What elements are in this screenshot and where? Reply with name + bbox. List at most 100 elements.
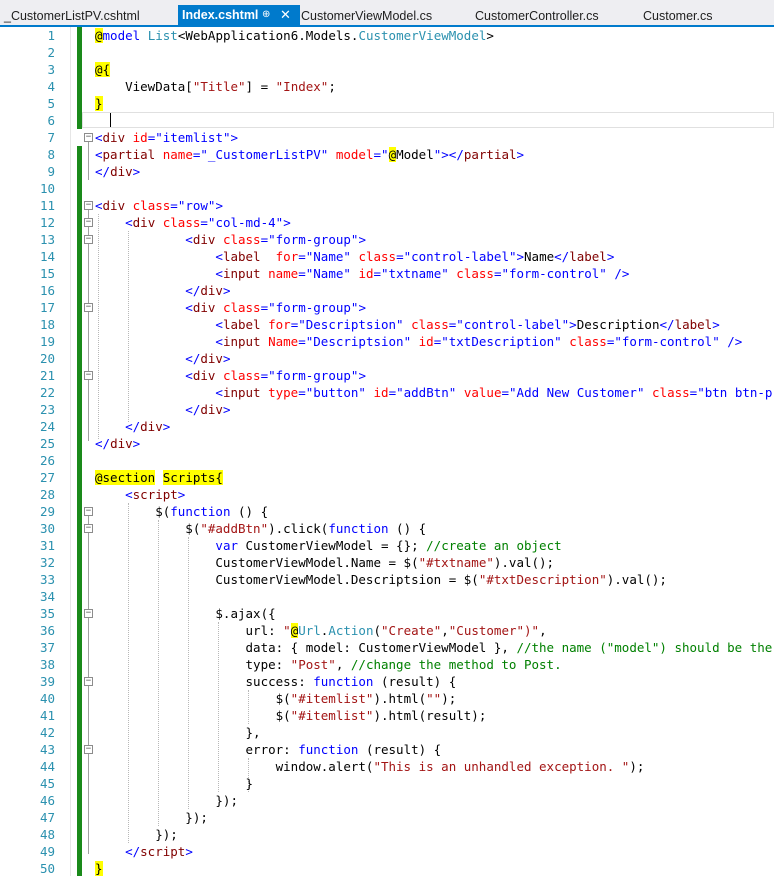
collapse-icon[interactable]: −: [84, 609, 93, 618]
code-line[interactable]: 17 − <div class="form-group">: [0, 299, 774, 316]
code-line[interactable]: 26: [0, 452, 774, 469]
code-line[interactable]: 34: [0, 588, 774, 605]
collapse-icon[interactable]: −: [84, 235, 93, 244]
code-line[interactable]: 13 − <div class="form-group">: [0, 231, 774, 248]
code-line[interactable]: 25 </div>: [0, 435, 774, 452]
code-line[interactable]: 27 @section Scripts{: [0, 469, 774, 486]
code-line[interactable]: 23 </div>: [0, 401, 774, 418]
code-text: window.alert("This is an unhandled excep…: [95, 758, 645, 775]
code-line[interactable]: 47 });: [0, 809, 774, 826]
collapse-icon[interactable]: −: [84, 745, 93, 754]
code-line[interactable]: 46 });: [0, 792, 774, 809]
tab-customer-cs[interactable]: Customer.cs: [643, 5, 712, 27]
code-line[interactable]: 48 });: [0, 826, 774, 843]
code-token: partial: [102, 147, 156, 162]
code-line[interactable]: 9 </div>: [0, 163, 774, 180]
collapse-icon[interactable]: −: [84, 371, 93, 380]
code-token: });: [95, 793, 238, 808]
code-line[interactable]: 32 CustomerViewModel.Name = $("#txtname"…: [0, 554, 774, 571]
line-number: 39: [39, 674, 55, 689]
code-line[interactable]: 38 type: "Post", //change the method to …: [0, 656, 774, 673]
code-line[interactable]: 49 </script>: [0, 843, 774, 860]
code-token: >: [132, 436, 141, 451]
line-number: 17: [39, 300, 55, 315]
code-line[interactable]: 24 </div>: [0, 418, 774, 435]
collapse-icon[interactable]: −: [84, 133, 93, 142]
line-number: 41: [39, 708, 55, 723]
collapse-icon[interactable]: −: [84, 303, 93, 312]
code-line[interactable]: 2: [0, 44, 774, 61]
code-token: >: [222, 402, 231, 417]
code-line[interactable]: 39 − success: function (result) {: [0, 673, 774, 690]
code-line[interactable]: 37 data: { model: CustomerViewModel }, /…: [0, 639, 774, 656]
code-token: =: [373, 266, 382, 281]
code-text: CustomerViewModel.Name = $("#txtname").v…: [95, 554, 554, 571]
code-line[interactable]: 33 CustomerViewModel.Descriptsion = $("#…: [0, 571, 774, 588]
code-token: model: [335, 147, 374, 162]
code-line[interactable]: 18 <label for="Descriptsion" class="cont…: [0, 316, 774, 333]
tab-index-cshtml[interactable]: Index.cshtml ⊕ ✕: [178, 5, 300, 25]
code-line[interactable]: 11 − <div class="row">: [0, 197, 774, 214]
line-number: 35: [39, 606, 55, 621]
code-token: >: [283, 215, 291, 230]
code-token: </: [95, 351, 201, 366]
code-line[interactable]: 30 − $("#addBtn").click(function () {: [0, 520, 774, 537]
code-token: );: [629, 759, 645, 774]
collapse-icon[interactable]: −: [84, 524, 93, 533]
code-line[interactable]: 22 <input type="button" id="addBtn" valu…: [0, 384, 774, 401]
code-line[interactable]: 12 − <div class="col-md-4">: [0, 214, 774, 231]
code-line[interactable]: 20 </div>: [0, 350, 774, 367]
code-line[interactable]: 31 var CustomerViewModel = {}; //create …: [0, 537, 774, 554]
code-text: type: "Post", //change the method to Pos…: [95, 656, 562, 673]
code-line[interactable]: 16 </div>: [0, 282, 774, 299]
code-line[interactable]: 1 @model List<WebApplication6.Models.Cust…: [0, 27, 774, 44]
code-line[interactable]: 43 − error: function (result) {: [0, 741, 774, 758]
code-token: "Name": [305, 266, 351, 281]
code-text: success: function (result) {: [95, 673, 457, 690]
code-editor[interactable]: 1 @model List<WebApplication6.Models.Cust…: [0, 27, 774, 876]
code-token: $(: [95, 708, 291, 723]
code-line[interactable]: 3 @{: [0, 61, 774, 78]
code-line[interactable]: 40 $("#itemlist").html("");: [0, 690, 774, 707]
code-token: Name: [524, 249, 555, 264]
tab-customer-view-model[interactable]: CustomerViewModel.cs: [301, 5, 432, 27]
code-token: <: [95, 130, 103, 145]
code-line[interactable]: 29 − $(function () {: [0, 503, 774, 520]
code-line[interactable]: 7 − <div id="itemlist">: [0, 129, 774, 146]
code-token: div: [110, 164, 133, 179]
code-token: model: [102, 28, 141, 43]
code-line[interactable]: 19 <input Name="Descriptsion" id="txtDes…: [0, 333, 774, 350]
tab-label: CustomerController.cs: [475, 9, 599, 23]
code-line[interactable]: 5}: [0, 95, 774, 112]
code-line[interactable]: 50}: [0, 860, 774, 876]
line-number: 6: [47, 113, 55, 128]
collapse-icon[interactable]: −: [84, 677, 93, 686]
pin-icon[interactable]: ⊕: [262, 5, 270, 25]
code-line[interactable]: 28 <script>: [0, 486, 774, 503]
code-line[interactable]: 8 <partial name="_CustomerListPV" model="…: [0, 146, 774, 163]
code-line[interactable]: 14 <label for="Name" class="control-labe…: [0, 248, 774, 265]
code-line[interactable]: 42 },: [0, 724, 774, 741]
line-number: 21: [39, 368, 55, 383]
collapse-icon[interactable]: −: [84, 201, 93, 210]
collapse-icon[interactable]: −: [84, 218, 93, 227]
code-token: "form-group": [268, 368, 359, 383]
tab-customer-list-pv[interactable]: _CustomerListPV.cshtml: [4, 5, 140, 27]
code-line[interactable]: 41 $("#itemlist").html(result);: [0, 707, 774, 724]
collapse-icon[interactable]: −: [84, 507, 93, 516]
code-line[interactable]: 4 ViewData["Title"] = "Index";: [0, 78, 774, 95]
code-line[interactable]: 21 − <div class="form-group">: [0, 367, 774, 384]
code-token: "control-label": [456, 317, 570, 332]
code-line[interactable]: 10: [0, 180, 774, 197]
code-token: }: [95, 861, 103, 876]
code-line[interactable]: 45 }: [0, 775, 774, 792]
code-line[interactable]: 15 <input name="Name" id="txtname" class…: [0, 265, 774, 282]
code-line[interactable]: 44 window.alert("This is an unhandled ex…: [0, 758, 774, 775]
close-icon[interactable]: ✕: [280, 5, 291, 25]
tab-customer-controller[interactable]: CustomerController.cs: [475, 5, 599, 27]
code-line[interactable]: 35 − $.ajax({: [0, 605, 774, 622]
code-line[interactable]: 36 url: "@Url.Action("Create","Customer"…: [0, 622, 774, 639]
code-token: </: [659, 317, 675, 332]
code-token: =: [396, 249, 404, 264]
code-line[interactable]: 6: [0, 112, 774, 129]
